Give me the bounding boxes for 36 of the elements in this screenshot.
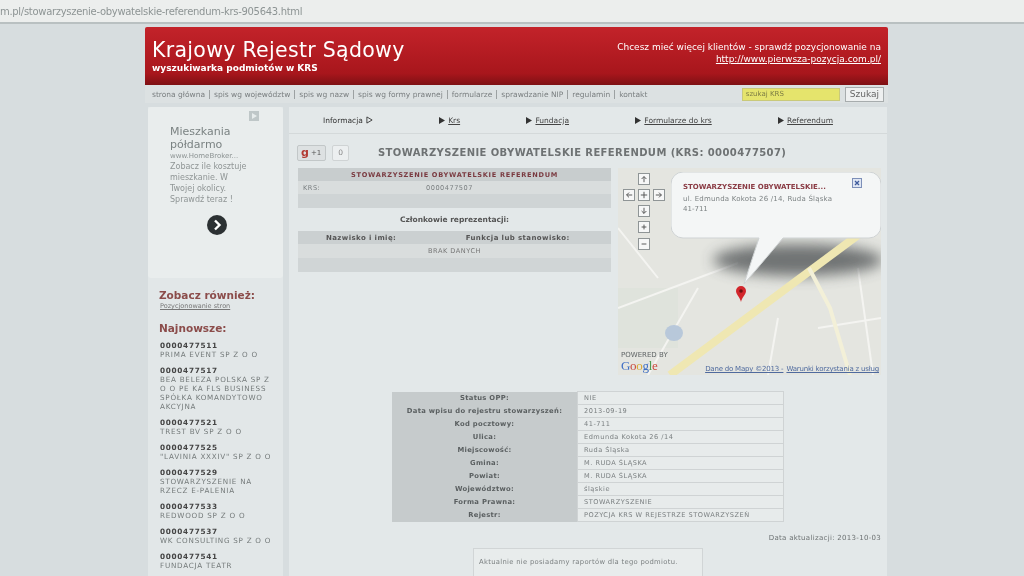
minus-icon bbox=[640, 240, 648, 248]
address-bar[interactable]: m.pl/stowarzyszenie-obywatelskie-referendum-krs-905643.html bbox=[0, 0, 1024, 24]
pan-left-button[interactable] bbox=[623, 189, 635, 201]
url-text: m.pl/stowarzyszenie-obywatelskie-referendum-krs-905643.html bbox=[0, 5, 303, 17]
pan-right-button[interactable] bbox=[653, 189, 665, 201]
triangle-icon bbox=[526, 116, 533, 124]
page-title: STOWARZYSZENIE OBYWATELSKIE REFERENDUM (KRS: 0000477507) bbox=[378, 147, 787, 158]
newest-heading: Najnowsze: bbox=[159, 322, 228, 335]
triangle-icon bbox=[439, 116, 446, 124]
arrow-left-icon bbox=[625, 191, 633, 199]
ad-title[interactable]: Mieszkania półdarmo bbox=[170, 125, 250, 151]
arrow-down-icon bbox=[640, 207, 648, 215]
search-button[interactable]: Szukaj bbox=[844, 86, 884, 102]
site-title: Krajowy Rejestr Sądowy bbox=[152, 38, 405, 62]
promo-text: Chcesz mieć więcej klientów - sprawdź pozycjonowanie na bbox=[617, 41, 881, 53]
pan-down-button[interactable] bbox=[638, 205, 650, 217]
map-pin-icon[interactable] bbox=[736, 286, 746, 302]
plus-icon bbox=[640, 223, 648, 231]
see-also-heading: Zobacz również: bbox=[159, 289, 257, 302]
ad-text: Zobacz ile kosztuje mieszkanie. W Twojej okolicy. Sprawdź teraz ! bbox=[170, 161, 248, 205]
chevron-circle-icon[interactable] bbox=[207, 215, 227, 235]
triangle-outline-icon bbox=[365, 116, 373, 124]
cross-icon bbox=[640, 191, 648, 199]
arrow-up-icon bbox=[640, 175, 648, 183]
map-logo[interactable]: Google bbox=[621, 359, 668, 373]
triangle-tile-icon[interactable] bbox=[249, 111, 259, 121]
promo-link[interactable]: http://www.pierwsza-pozycja.com.pl/ bbox=[715, 53, 881, 65]
zoom-out-button[interactable] bbox=[638, 238, 650, 250]
zoom-in-button[interactable] bbox=[638, 221, 650, 233]
triangle-icon bbox=[778, 116, 785, 124]
close-icon[interactable] bbox=[852, 178, 862, 188]
arrow-right-icon bbox=[655, 191, 663, 199]
pan-center-button[interactable] bbox=[638, 189, 650, 201]
triangle-icon bbox=[635, 116, 642, 124]
pan-up-button[interactable] bbox=[638, 173, 650, 185]
site-subtitle: wyszukiwarka podmiotów w KRS bbox=[152, 62, 319, 74]
